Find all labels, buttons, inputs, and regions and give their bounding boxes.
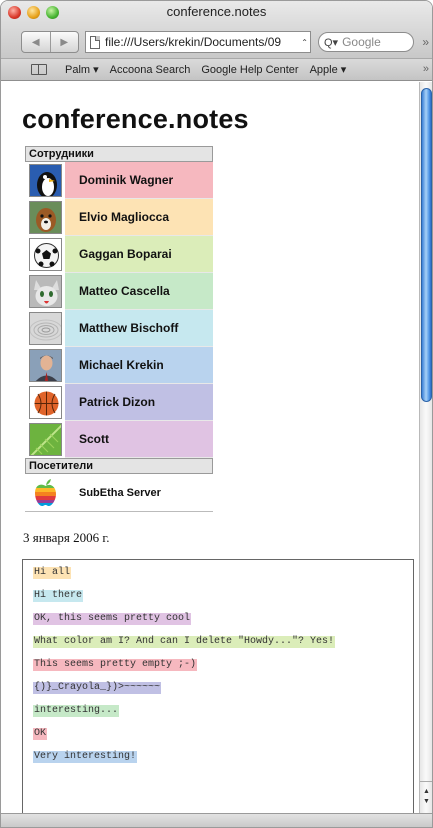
title-bar: conference.notes ◀ ▶ file:///Users/kreki… xyxy=(1,1,432,59)
search-icon: Q▾ xyxy=(324,36,339,49)
address-bar[interactable]: file:///Users/krekin/Documents/09 ⌃ xyxy=(85,31,311,53)
avatar xyxy=(25,199,65,236)
employees-header: Сотрудники xyxy=(25,146,213,162)
toolbar-overflow-icon[interactable]: » xyxy=(422,35,429,49)
ripple-icon xyxy=(28,312,62,345)
visitor-name: SubEtha Server xyxy=(65,474,213,511)
soccer-ball-icon xyxy=(28,238,62,271)
employee-name: Gaggan Boparai xyxy=(65,236,213,272)
apple-logo-icon xyxy=(28,476,62,509)
leaf-icon xyxy=(28,423,62,456)
chat-message: Very interesting! xyxy=(33,751,138,763)
chat-message: This seems pretty empty ;-) xyxy=(33,659,198,671)
vertical-scrollbar[interactable]: ▲ ▼ xyxy=(419,82,432,813)
employee-row[interactable]: Matteo Cascella xyxy=(25,273,213,310)
employee-row[interactable]: Matthew Bischoff xyxy=(25,310,213,347)
chat-message: OK, this seems pretty cool xyxy=(33,613,192,625)
avatar xyxy=(25,236,65,273)
bookmark-item[interactable]: Palm ▾ xyxy=(65,63,99,76)
chat-message: interesting... xyxy=(33,705,120,717)
nav-buttons: ◀ ▶ xyxy=(21,31,79,53)
notes-text-area[interactable]: Hi all Hi there OK, this seems pretty cool… xyxy=(22,559,414,813)
employee-row[interactable]: Dominik Wagner xyxy=(25,162,213,199)
bookmark-item[interactable]: Accoona Search xyxy=(110,64,191,76)
bookmark-item[interactable]: Google Help Center xyxy=(201,64,298,76)
employee-name: Elvio Magliocca xyxy=(65,199,213,235)
visitors-list: SubEtha Server xyxy=(25,474,213,512)
avatar xyxy=(25,162,65,199)
cat-icon xyxy=(28,275,62,308)
visitor-row[interactable]: SubEtha Server xyxy=(25,474,213,512)
window-title: conference.notes xyxy=(166,4,267,19)
url-text: file:///Users/krekin/Documents/09 xyxy=(105,35,282,49)
scrollbar-thumb[interactable] xyxy=(421,88,432,402)
bookmarks-book-icon[interactable] xyxy=(31,64,47,75)
forward-button[interactable]: ▶ xyxy=(51,32,79,52)
employee-row[interactable]: Patrick Dizon xyxy=(25,384,213,421)
chat-message: What color am I? And can I delete "Howdy… xyxy=(33,636,336,648)
avatar xyxy=(25,347,65,384)
scroll-arrows[interactable]: ▲ ▼ xyxy=(420,781,432,813)
employee-name: Patrick Dizon xyxy=(65,384,213,420)
document-date: 3 января 2006 г. xyxy=(23,530,110,545)
employee-row[interactable]: Gaggan Boparai xyxy=(25,236,213,273)
employee-name: Michael Krekin xyxy=(65,347,213,383)
employee-row[interactable]: Elvio Magliocca xyxy=(25,199,213,236)
browser-window: conference.notes ◀ ▶ file:///Users/kreki… xyxy=(0,0,433,828)
bookmarks-bar: Palm ▾ Accoona Search Google Help Center… xyxy=(1,59,432,81)
search-placeholder: Google xyxy=(342,35,381,49)
page-icon xyxy=(90,35,100,49)
employees-list: Dominik Wagner Elvio Magliocca Gaggan Bopa… xyxy=(25,162,213,458)
chat-message: OK xyxy=(33,728,48,740)
penguin-icon xyxy=(28,164,62,197)
employee-name: Dominik Wagner xyxy=(65,162,213,198)
page-content: conference.notes Сотрудники Dominik Wagn… xyxy=(1,82,421,813)
man-portrait-icon xyxy=(28,349,62,382)
employee-row[interactable]: Scott xyxy=(25,421,213,458)
employee-name: Matthew Bischoff xyxy=(65,310,213,346)
avatar xyxy=(25,474,65,511)
url-history-icon[interactable]: ⌃ xyxy=(301,38,308,47)
avatar xyxy=(25,273,65,310)
employee-name: Scott xyxy=(65,421,213,457)
avatar xyxy=(25,421,65,458)
bookmark-item[interactable]: Apple ▾ xyxy=(310,63,347,76)
chat-message: Hi there xyxy=(33,590,84,602)
avatar xyxy=(25,310,65,347)
dog-icon xyxy=(28,201,62,234)
chat-message: {)}_Crayola_})>~~~~~~ xyxy=(33,682,162,694)
employee-name: Matteo Cascella xyxy=(65,273,213,309)
employee-row[interactable]: Michael Krekin xyxy=(25,347,213,384)
visitors-header: Посетители xyxy=(25,458,213,474)
participants-roster: Сотрудники Dominik Wagner Elvio Magliocca… xyxy=(25,146,213,512)
bookmarks-overflow-icon[interactable]: » xyxy=(423,63,429,75)
basketball-icon xyxy=(28,386,62,419)
chat-message: Hi all xyxy=(33,567,72,579)
search-field[interactable]: Q▾ Google xyxy=(318,32,414,52)
status-bar xyxy=(1,813,432,827)
back-button[interactable]: ◀ xyxy=(22,32,51,52)
page-title: conference.notes xyxy=(22,104,249,134)
avatar xyxy=(25,384,65,421)
